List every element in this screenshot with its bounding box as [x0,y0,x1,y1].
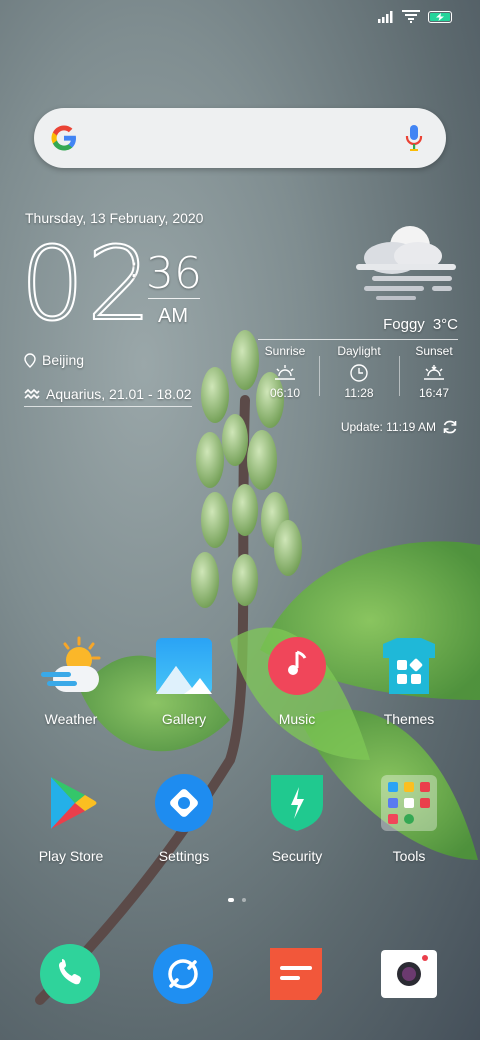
app-label: Gallery [161,711,207,727]
location-label: Beijing [42,352,85,368]
foggy-cloud-icon[interactable] [352,224,460,304]
app-label: Music [278,711,316,727]
clock-colon: : [130,252,138,283]
phone-icon[interactable] [40,944,100,1004]
sunset-label: Sunset [415,344,453,358]
themes-icon [383,638,435,694]
app-label: Security [271,848,323,864]
daylight-time: 11:28 [344,386,374,400]
daylight-label: Daylight [337,344,381,358]
battery-charging-icon [428,11,452,23]
zodiac-label: Aquarius, 21.01 - 18.02 [46,386,192,402]
weather-update-time: Update: 11:19 AM [340,420,436,434]
date-text[interactable]: Thursday, 13 February, 2020 [25,210,203,226]
play-store-icon [51,777,97,829]
sunset-time: 16:47 [418,386,450,400]
weather-icon [41,636,101,692]
gallery-icon [156,638,212,694]
app-weather[interactable]: Weather [21,636,121,727]
clock-ampm: AM [158,305,188,327]
security-icon [271,775,323,831]
status-bar [378,10,452,24]
sunrise-column: Sunrise 06:10 [254,344,316,400]
camera-icon[interactable] [379,944,439,1004]
sunrise-time: 06:10 [269,386,301,400]
app-play-store[interactable]: Play Store [21,773,121,864]
app-music[interactable]: Music [247,636,347,727]
refresh-icon[interactable] [442,419,458,435]
page-dot-active [228,898,234,902]
sun-divider-1 [319,356,320,396]
charging-bolt-icon [436,13,444,21]
page-indicator [228,898,246,902]
app-label: Tools [392,848,426,864]
app-label: Settings [158,848,210,864]
clock-divider [148,298,200,299]
signal-icon [378,11,393,23]
weather-condition-label: Foggy [383,316,425,333]
daylight-column: Daylight 11:28 [328,344,390,400]
google-search-bar[interactable] [34,108,446,168]
app-security[interactable]: Security [247,773,347,864]
clock-icon [350,364,368,382]
sun-divider-2 [399,356,400,396]
zodiac-row[interactable]: Aquarius, 21.01 - 18.02 [24,386,192,407]
sunrise-icon [275,365,295,380]
weather-divider [258,339,458,340]
google-g-icon [51,125,76,151]
app-settings[interactable]: Settings [134,773,234,864]
sunrise-label: Sunrise [264,344,306,358]
app-label: Weather [44,711,98,727]
app-label: Themes [383,711,435,727]
app-tools-folder[interactable]: Tools [359,773,459,864]
app-label: Play Store [38,848,104,864]
notes-icon[interactable] [266,944,326,1004]
clock-minute[interactable]: 36 [146,248,202,299]
weather-temperature: 3°C [432,316,458,333]
settings-icon [155,774,213,832]
music-icon [268,637,326,695]
aquarius-icon [24,388,40,400]
location-row[interactable]: Beijing [24,352,84,368]
clock-hour[interactable]: 02 [19,233,154,337]
wifi-icon [402,10,420,23]
app-gallery[interactable]: Gallery [134,636,234,727]
sunset-column: Sunset 16:47 [403,344,465,400]
location-pin-icon [24,352,36,368]
app-themes[interactable]: Themes [359,636,459,727]
page-dot [242,898,246,902]
weather-update-row[interactable]: Update: 11:19 AM [341,419,458,435]
messages-icon[interactable] [153,944,213,1004]
microphone-icon[interactable] [404,124,424,152]
tools-folder-icon [381,775,437,831]
weather-condition[interactable]: Foggy 3°C [383,316,458,333]
sunset-icon [424,365,444,380]
